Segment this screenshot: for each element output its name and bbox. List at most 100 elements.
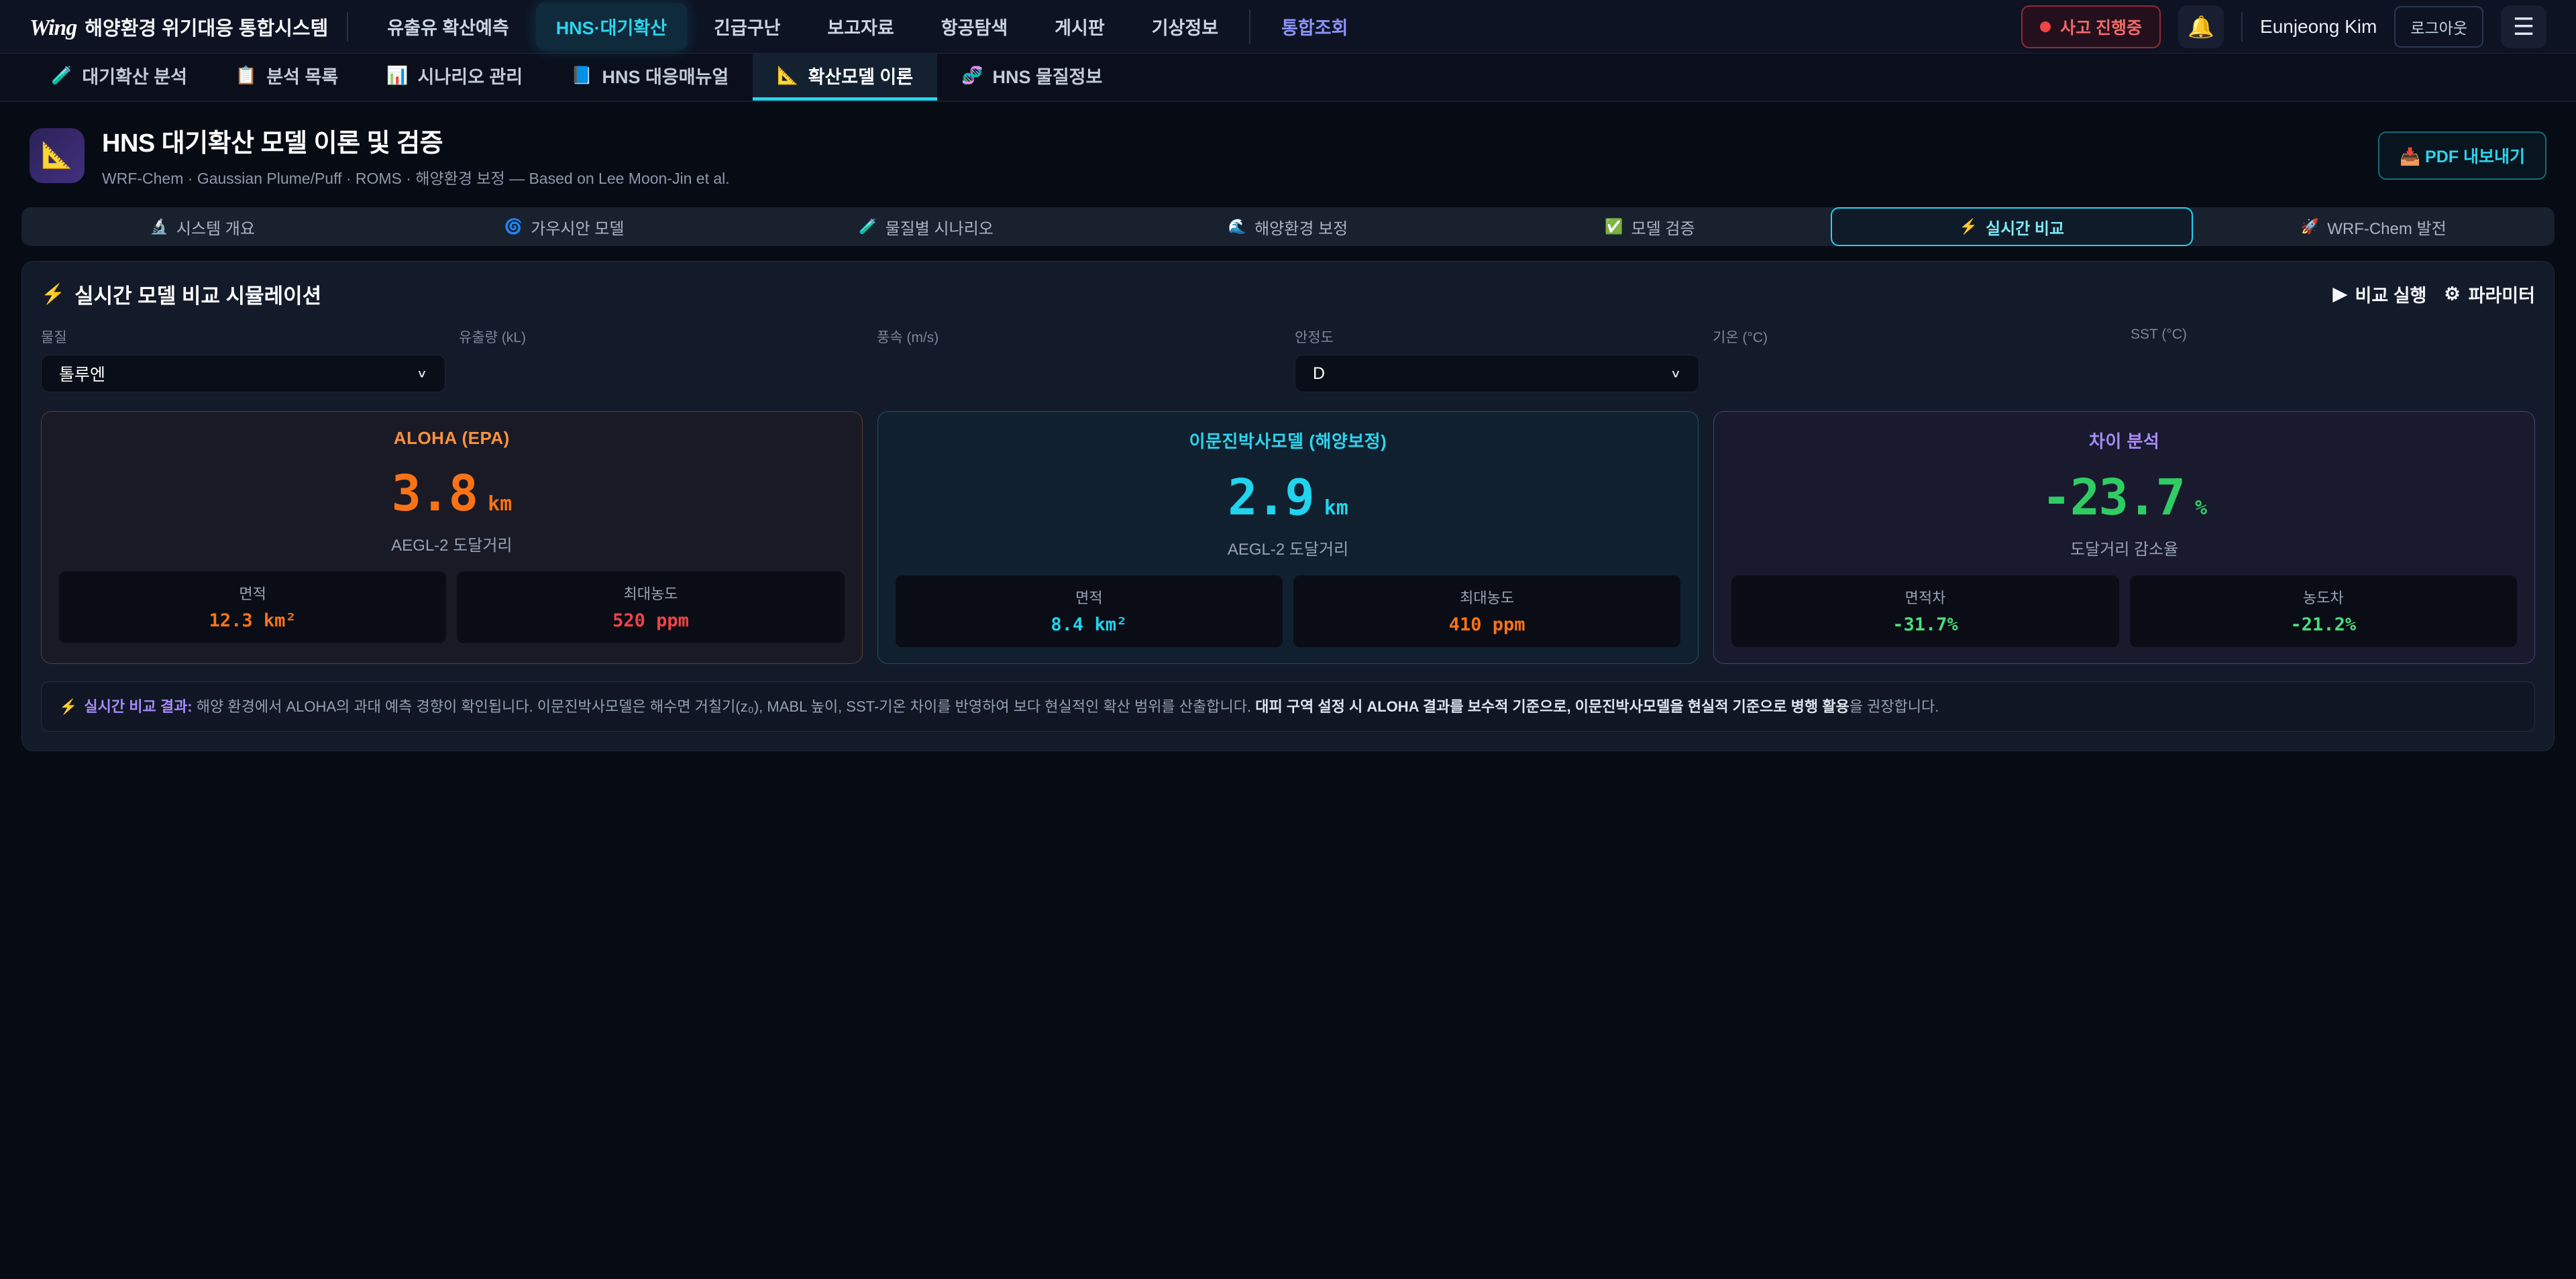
stat-label: 최대농도 bbox=[464, 582, 837, 604]
menu-item-emergency-rescue[interactable]: 긴급구난 bbox=[694, 3, 800, 50]
section-tab-wrf-chem[interactable]: 🚀 WRF-Chem 발전 bbox=[2193, 207, 2555, 246]
aloha-distance-unit: km bbox=[488, 492, 512, 516]
parameters-button[interactable]: ⚙ 파라미터 bbox=[2444, 281, 2535, 307]
card-caption: AEGL-2 도달거리 bbox=[59, 532, 845, 555]
section-tab-substance-scenario[interactable]: 🧪 물질별 시나리오 bbox=[745, 207, 1107, 246]
subtab-hns-substance-info[interactable]: 🧬 HNS 물질정보 bbox=[937, 54, 1126, 101]
chevron-down-icon: ∨ bbox=[1670, 367, 1681, 380]
wave-icon: 🌊 bbox=[1228, 218, 1246, 235]
card-caption: AEGL-2 도달거리 bbox=[896, 536, 1681, 559]
menu-item-integrated-search[interactable]: 통합조회 bbox=[1261, 3, 1368, 50]
lightning-icon: ⚡ bbox=[1960, 218, 1978, 235]
lightning-icon: ⚡ bbox=[41, 283, 65, 306]
microscope-icon: 🔬 bbox=[150, 218, 168, 235]
run-comparison-label: 비교 실행 bbox=[2355, 281, 2427, 307]
stability-select[interactable]: D ∨ bbox=[1295, 355, 1699, 392]
user-divider bbox=[2241, 12, 2243, 42]
menu-item-aerial-search[interactable]: 항공탐색 bbox=[921, 3, 1028, 50]
section-tab-label: 시스템 개요 bbox=[176, 215, 255, 239]
section-tab-model-validation[interactable]: ✅ 모델 검증 bbox=[1469, 207, 1831, 246]
section-tab-marine-correction[interactable]: 🌊 해양환경 보정 bbox=[1107, 207, 1468, 246]
subtab-label: 대기확산 분석 bbox=[82, 62, 187, 89]
subtab-label: 확산모델 이론 bbox=[808, 62, 914, 89]
bar-chart-icon: 📊 bbox=[386, 65, 408, 86]
app-menu-button[interactable]: ☰ bbox=[2501, 5, 2546, 48]
stat-label: 면적 bbox=[66, 582, 439, 604]
section-tabs: 🔬 시스템 개요 🌀 가우시안 모델 🧪 물질별 시나리오 🌊 해양환경 보정 … bbox=[21, 207, 2555, 246]
test-tube-icon: 🧪 bbox=[51, 65, 72, 86]
menu-item-weather[interactable]: 기상정보 bbox=[1132, 3, 1238, 50]
menu-item-reports[interactable]: 보고자료 bbox=[807, 3, 914, 50]
subtab-scenario-management[interactable]: 📊 시나리오 관리 bbox=[362, 54, 547, 101]
subtab-analysis-list[interactable]: 📋 분석 목록 bbox=[211, 54, 362, 101]
menu-item-board[interactable]: 게시판 bbox=[1034, 3, 1125, 50]
section-tab-system-overview[interactable]: 🔬 시스템 개요 bbox=[21, 207, 383, 246]
sub-nav: 🧪 대기확산 분석 📋 분석 목록 📊 시나리오 관리 📘 HNS 대응매뉴얼 … bbox=[0, 54, 2576, 102]
stat-area: 면적 12.3 km² bbox=[59, 571, 446, 643]
subtab-model-theory[interactable]: 📐 확산모델 이론 bbox=[753, 54, 937, 101]
page-title: HNS 대기확산 모델 이론 및 검증 bbox=[102, 122, 730, 159]
result-cards: ALOHA (EPA) 3.8 km AEGL-2 도달거리 면적 12.3 k… bbox=[41, 411, 2535, 664]
test-tube-icon: 🧪 bbox=[859, 218, 877, 235]
stat-value: 410 ppm bbox=[1300, 614, 1674, 635]
menu-item-hns-dispersion[interactable]: HNS·대기확산 bbox=[536, 3, 687, 50]
simulation-controls: 물질 톨루엔 ∨ 유출량 (kL) 풍속 (m/s) 안정도 D ∨ 기온 (°… bbox=[41, 327, 2535, 392]
section-tab-label: 실시간 비교 bbox=[1986, 215, 2064, 239]
bell-icon: 🔔 bbox=[2188, 14, 2214, 40]
logo-mark: Wing bbox=[30, 15, 76, 41]
stat-area: 면적 8.4 km² bbox=[896, 575, 1283, 647]
spill-volume-input[interactable] bbox=[459, 355, 863, 392]
card-title: 차이 분석 bbox=[1731, 428, 2517, 453]
subtab-label: 시나리오 관리 bbox=[418, 62, 523, 89]
cyclone-icon: 🌀 bbox=[504, 218, 523, 235]
stability-label: 안정도 bbox=[1295, 327, 1699, 347]
sst-label: SST (°C) bbox=[2131, 327, 2535, 343]
top-bar: Wing 해양환경 위기대응 통합시스템 유출유 확산예측 HNS·대기확산 긴… bbox=[0, 0, 2576, 54]
run-comparison-button[interactable]: ▶ 비교 실행 bbox=[2333, 281, 2427, 307]
book-icon: 📘 bbox=[571, 65, 592, 86]
note-label: 실시간 비교 결과: bbox=[84, 698, 192, 715]
card-caption: 도달거리 감소율 bbox=[1731, 536, 2517, 559]
material-select[interactable]: 톨루엔 ∨ bbox=[41, 355, 445, 392]
section-tab-gaussian-model[interactable]: 🌀 가우시안 모델 bbox=[383, 207, 745, 246]
page-icon-badge: 📐 bbox=[30, 128, 85, 183]
stat-label: 면적 bbox=[902, 586, 1276, 608]
card-title: ALOHA (EPA) bbox=[59, 428, 845, 449]
subtab-dispersion-analysis[interactable]: 🧪 대기확산 분석 bbox=[27, 54, 211, 101]
section-tab-label: 해양환경 보정 bbox=[1254, 215, 1348, 239]
notifications-button[interactable]: 🔔 bbox=[2178, 5, 2224, 48]
stat-label: 농도차 bbox=[2137, 586, 2510, 608]
stat-value: -31.7% bbox=[1738, 614, 2112, 635]
pdf-export-button[interactable]: 📥 PDF 내보내기 bbox=[2378, 131, 2546, 180]
incident-status-badge: 사고 진행중 bbox=[2021, 5, 2161, 48]
subtab-label: HNS 대응매뉴얼 bbox=[602, 62, 729, 89]
wind-speed-input[interactable] bbox=[877, 355, 1281, 392]
card-title: 이문진박사모델 (해양보정) bbox=[896, 428, 1681, 453]
section-tab-realtime-comparison[interactable]: ⚡ 실시간 비교 bbox=[1831, 207, 2192, 246]
section-tab-label: WRF-Chem 발전 bbox=[2327, 215, 2446, 239]
note-text: 해양 환경에서 ALOHA의 과대 예측 경향이 확인됩니다. 이문진박사모델은… bbox=[193, 698, 1256, 715]
section-tab-label: 물질별 시나리오 bbox=[885, 215, 994, 239]
leemoonjin-distance-value: 2.9 bbox=[1228, 469, 1313, 526]
menu-divider bbox=[1249, 9, 1250, 44]
stat-concentration-difference: 농도차 -21.2% bbox=[2130, 575, 2517, 647]
clipboard-icon: 📋 bbox=[235, 65, 257, 86]
stat-value: 12.3 km² bbox=[66, 610, 439, 631]
sst-input[interactable] bbox=[2131, 351, 2535, 388]
hamburger-icon: ☰ bbox=[2513, 13, 2534, 41]
play-icon: ▶ bbox=[2333, 284, 2347, 304]
incident-dot-icon bbox=[2040, 21, 2051, 32]
material-label: 물질 bbox=[41, 327, 445, 347]
menu-item-oil-spill[interactable]: 유출유 확산예측 bbox=[367, 3, 529, 50]
rocket-icon: 🚀 bbox=[2301, 218, 2319, 235]
air-temp-input[interactable] bbox=[1713, 355, 2117, 392]
logout-button[interactable]: 로그아웃 bbox=[2394, 6, 2483, 48]
inbox-tray-icon: 📥 bbox=[2400, 148, 2420, 166]
section-tab-label: 모델 검증 bbox=[1631, 215, 1695, 239]
panel-title: ⚡ 실시간 모델 비교 시뮬레이션 bbox=[41, 279, 321, 309]
app-title: 해양환경 위기대응 통합시스템 bbox=[85, 13, 328, 41]
main-menu: 유출유 확산예측 HNS·대기확산 긴급구난 보고자료 항공탐색 게시판 기상정… bbox=[367, 0, 1368, 53]
subtab-hns-manual[interactable]: 📘 HNS 대응매뉴얼 bbox=[547, 54, 753, 101]
chevron-down-icon: ∨ bbox=[417, 367, 427, 380]
stability-select-value: D bbox=[1313, 364, 1325, 384]
